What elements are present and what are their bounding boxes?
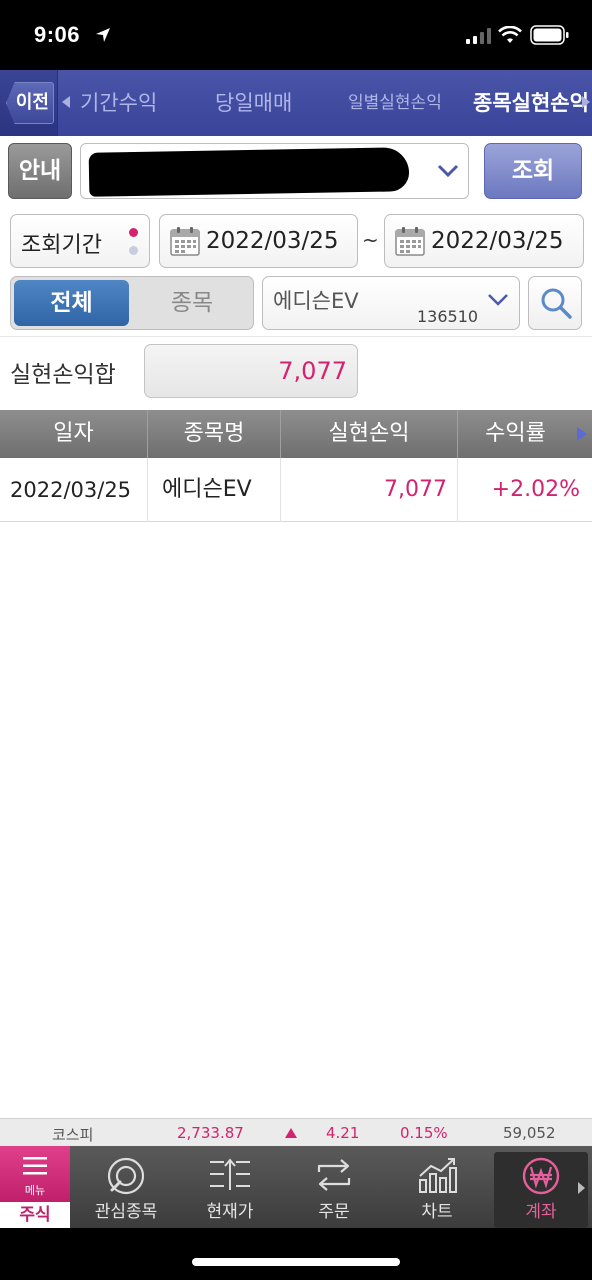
nav-chart-label: 차트 [421, 1202, 453, 1222]
tab-daily-realized[interactable]: 일별실현손익 [348, 70, 442, 136]
summary-value-box: 7,077 [144, 344, 358, 398]
back-button-label: 이전 [6, 82, 54, 124]
header-date: 일자 [0, 410, 148, 458]
period-label: 조회기간 [21, 233, 102, 258]
header-realized-pnl: 실현손익 [281, 410, 458, 458]
nav-watchlist[interactable]: 관심종목 [76, 1146, 176, 1228]
home-indicator-area [0, 1228, 592, 1280]
ticker-index-value: 2,733.87 [177, 1124, 244, 1142]
tab-stock-realized[interactable]: 종목실현손익 [473, 70, 589, 136]
cellular-signal-icon [466, 28, 491, 44]
tab-scroll-right-icon[interactable] [582, 96, 590, 108]
back-button[interactable]: 이전 [0, 70, 58, 136]
calendar-icon [395, 227, 425, 256]
tab-period-profit[interactable]: 기간수익 [80, 70, 157, 136]
redacted-account-number [88, 147, 410, 197]
tab-daytrade[interactable]: 당일매매 [215, 70, 292, 136]
info-button[interactable]: 안내 [8, 143, 72, 199]
query-button[interactable]: 조회 [484, 143, 582, 199]
filter-all-button[interactable]: 전체 [14, 280, 129, 326]
menu-button[interactable]: 메뉴 주식 [0, 1146, 70, 1228]
won-coin-icon [522, 1157, 560, 1195]
period-dot-inactive-icon [129, 246, 138, 255]
current-price-icon [210, 1158, 250, 1190]
table-scroll-right-icon[interactable] [577, 427, 587, 441]
market-ticker[interactable]: 코스피 2,733.87 4.21 0.15% 59,052 [0, 1118, 592, 1146]
summary-label: 실현손익합 [10, 362, 116, 388]
stock-select[interactable]: 에디슨EV 136510 [262, 276, 520, 330]
calendar-icon [170, 227, 200, 256]
nav-order[interactable]: 주문 [284, 1146, 384, 1228]
up-arrow-icon [285, 1128, 297, 1138]
cell-stock-name: 에디슨EV [148, 458, 281, 522]
filter-segment: 전체 종목 [10, 276, 254, 330]
start-date-text: 2022/03/25 [206, 228, 339, 254]
tab-scroll-left-icon[interactable] [62, 96, 70, 108]
ticker-index-name: 코스피 [52, 1126, 94, 1144]
table-row[interactable]: 2022/03/25 에디슨EV 7,077 +2.02% [0, 458, 592, 522]
nav-current-price-label: 현재가 [206, 1202, 254, 1222]
cell-date: 2022/03/25 [0, 458, 148, 522]
nav-account-label: 계좌 [525, 1202, 557, 1222]
end-date-text: 2022/03/25 [431, 228, 564, 254]
header-stock-name: 종목명 [148, 410, 281, 458]
nav-order-label: 주문 [318, 1202, 350, 1222]
wifi-icon [498, 26, 522, 43]
location-arrow-icon [96, 28, 110, 42]
stock-name: 에디슨EV [273, 289, 359, 313]
status-time: 9:06 [34, 22, 81, 47]
ticker-change: 4.21 [326, 1124, 360, 1142]
menu-button-top: 메뉴 [0, 1146, 70, 1202]
search-icon [541, 288, 572, 319]
header-return-rate: 수익률 [485, 421, 546, 446]
summary-row: 실현손익합 7,077 [0, 336, 592, 406]
bottom-navigation: 메뉴 주식 관심종목 현재가 주문 차트 계좌 [0, 1146, 592, 1228]
end-date-field[interactable]: 2022/03/25 [384, 214, 584, 268]
account-select[interactable] [80, 143, 469, 199]
start-date-field[interactable]: 2022/03/25 [159, 214, 358, 268]
hamburger-menu-icon [23, 1157, 47, 1175]
battery-icon [530, 25, 569, 45]
date-separator: ~ [362, 228, 379, 252]
chevron-down-icon [437, 164, 459, 178]
ticker-volume: 59,052 [503, 1124, 556, 1142]
nav-current-price[interactable]: 현재가 [180, 1146, 280, 1228]
nav-watchlist-label: 관심종목 [94, 1202, 158, 1222]
table-header: 일자 종목명 실현손익 수익률 [0, 410, 592, 458]
tab-navigation: 이전 기간수익 당일매매 일별실현손익 종목실현손익 [0, 70, 592, 136]
status-bar: 9:06 [0, 0, 592, 70]
chart-icon [419, 1158, 457, 1193]
search-button[interactable] [528, 276, 582, 330]
home-indicator[interactable] [192, 1258, 400, 1266]
summary-value: 7,077 [278, 357, 347, 385]
period-label-box[interactable]: 조회기간 [10, 214, 150, 268]
menu-stock-label: 주식 [0, 1202, 70, 1228]
filter-stock-button[interactable]: 종목 [133, 280, 251, 326]
nav-more-arrow-icon[interactable] [578, 1182, 585, 1194]
watchlist-icon [107, 1157, 145, 1195]
cell-return-rate: +2.02% [491, 477, 580, 502]
order-swap-icon [317, 1159, 351, 1191]
ticker-change-pct: 0.15% [400, 1124, 448, 1142]
stock-code: 136510 [417, 307, 479, 326]
period-dot-active-icon [129, 228, 138, 237]
cell-realized-pnl: 7,077 [281, 458, 458, 522]
nav-chart[interactable]: 차트 [387, 1146, 487, 1228]
menu-small-label: 메뉴 [24, 1184, 46, 1197]
chevron-down-icon [488, 294, 508, 306]
nav-account[interactable]: 계좌 [491, 1146, 591, 1228]
